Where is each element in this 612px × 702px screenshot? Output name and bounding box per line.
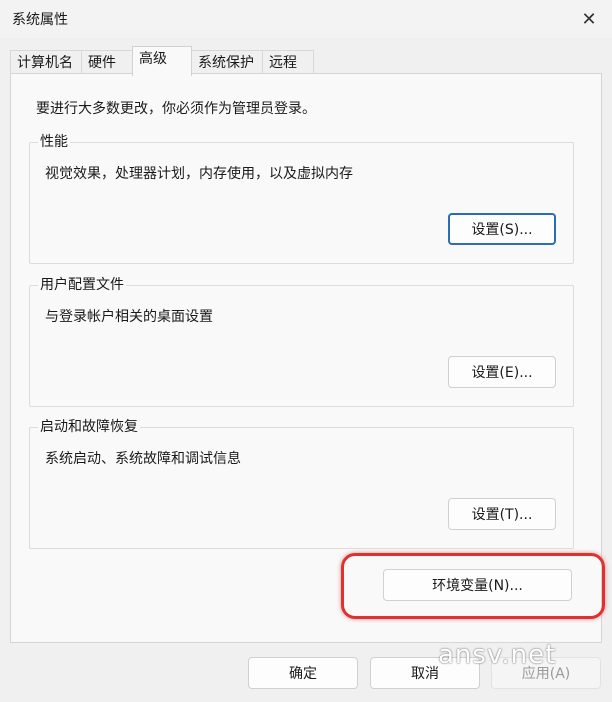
tab-advanced[interactable]: 高级 [132, 46, 192, 76]
tab-strip: 计算机名 硬件 高级 系统保护 远程 [10, 46, 602, 76]
performance-legend: 性能 [38, 133, 70, 151]
close-icon: ✕ [581, 8, 597, 30]
title-bar: 系统属性 ✕ [0, 0, 612, 38]
user-profiles-description: 与登录帐户相关的桌面设置 [45, 309, 213, 325]
performance-settings-button[interactable]: 设置(S)... [448, 213, 556, 245]
close-button[interactable]: ✕ [566, 0, 612, 38]
startup-recovery-settings-button[interactable]: 设置(T)... [448, 498, 556, 530]
startup-recovery-legend: 启动和故障恢复 [38, 418, 140, 436]
user-profiles-settings-button[interactable]: 设置(E)... [448, 356, 556, 388]
watermark: ansv.net [438, 640, 557, 670]
performance-group: 性能 视觉效果，处理器计划，内存使用，以及虚拟内存 [29, 133, 574, 264]
startup-recovery-group: 启动和故障恢复 系统启动、系统故障和调试信息 [29, 418, 574, 549]
admin-note: 要进行大多数更改，你必须作为管理员登录。 [36, 101, 316, 117]
startup-recovery-description: 系统启动、系统故障和调试信息 [45, 451, 241, 467]
user-profiles-group: 用户配置文件 与登录帐户相关的桌面设置 [29, 276, 574, 407]
user-profiles-legend: 用户配置文件 [38, 276, 126, 294]
annotation-highlight [341, 553, 605, 619]
ok-button[interactable]: 确定 [248, 657, 358, 689]
window-title: 系统属性 [12, 12, 68, 28]
performance-description: 视觉效果，处理器计划，内存使用，以及虚拟内存 [45, 166, 353, 182]
